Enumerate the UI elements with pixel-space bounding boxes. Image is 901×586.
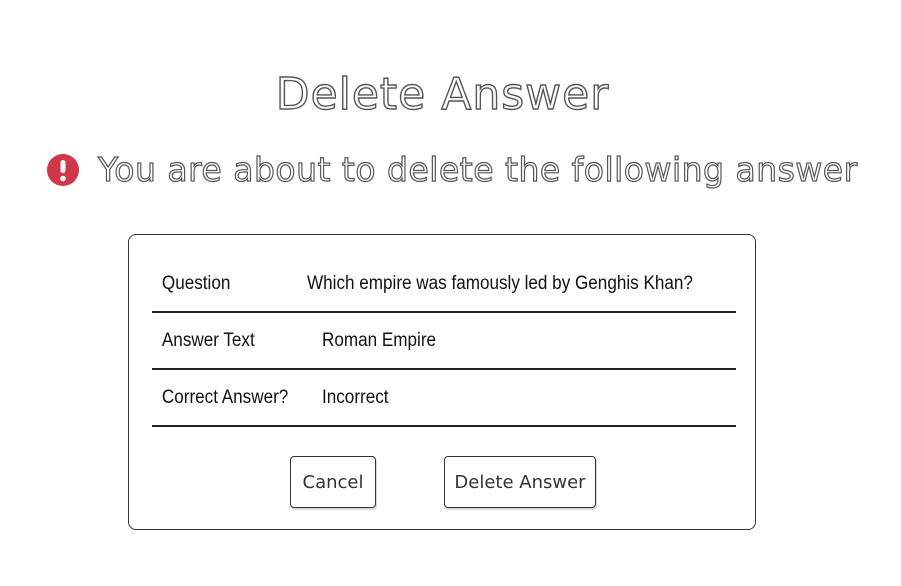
detail-label: Answer Text xyxy=(161,329,255,351)
detail-value: Incorrect xyxy=(322,386,389,408)
cancel-button[interactable]: Cancel xyxy=(290,456,376,508)
detail-row-answer-text: Answer Text Roman Empire xyxy=(152,313,736,370)
detail-row-question: Question Which empire was famously led b… xyxy=(152,256,736,313)
answer-details-card: Question Which empire was famously led b… xyxy=(128,234,756,530)
delete-answer-button[interactable]: Delete Answer xyxy=(444,456,596,508)
detail-label: Correct Answer? xyxy=(161,386,289,408)
detail-row-correct-answer: Correct Answer? Incorrect xyxy=(152,370,736,427)
answer-details-table: Question Which empire was famously led b… xyxy=(152,256,736,427)
detail-value: Roman Empire xyxy=(322,329,437,351)
page-title: Delete Answer xyxy=(275,69,610,121)
detail-label: Question xyxy=(161,272,231,294)
warning-text: You are about to delete the following an… xyxy=(97,149,858,189)
warning-message: You are about to delete the following an… xyxy=(46,149,858,190)
exclamation-circle-icon xyxy=(46,153,80,187)
detail-value: Which empire was famously led by Genghis… xyxy=(307,272,694,294)
